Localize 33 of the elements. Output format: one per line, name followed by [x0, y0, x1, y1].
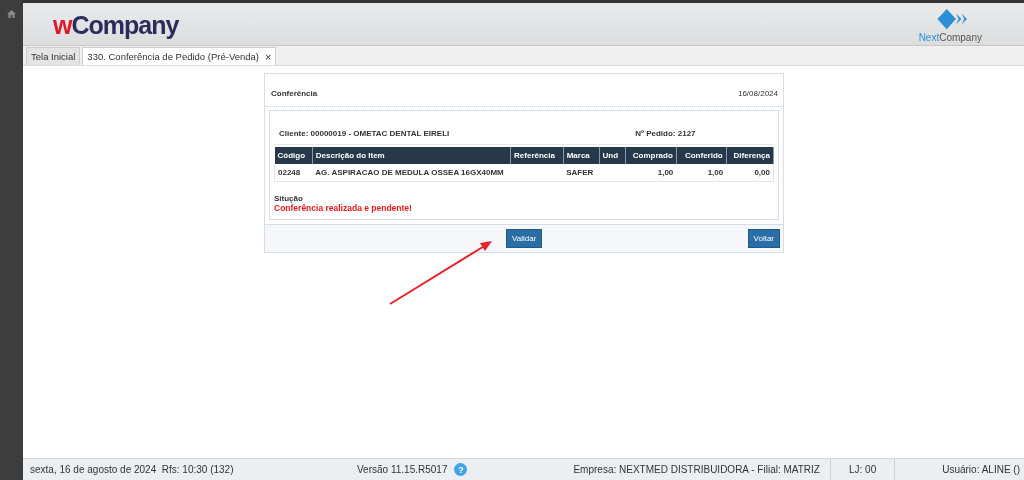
home-icon[interactable]	[7, 10, 16, 18]
column-header: Conferido	[676, 147, 727, 164]
column-header: Diferença	[726, 147, 774, 164]
table-cell: 1,00	[657, 168, 674, 177]
table-cell: 1,00	[707, 168, 724, 177]
back-button[interactable]: Voltar	[747, 229, 780, 248]
table-cell: 0,00	[754, 168, 770, 177]
table-cell: SAFER	[566, 168, 594, 177]
column-header: Comprado	[625, 147, 677, 164]
panel-title: Conferência	[271, 89, 318, 98]
logo: wCompany	[53, 10, 179, 40]
tab[interactable]: 330. Conferência de Pedido (Pré-Venda) ×	[82, 47, 277, 65]
validate-button[interactable]: Validar	[506, 229, 542, 248]
column-header: Marca	[563, 147, 600, 164]
store-text: LJ: 00	[848, 464, 877, 475]
column-header: Und	[599, 147, 626, 164]
table-cell: AG. ASPIRACAO DE MEDULA OSSEA 16GX40MM	[315, 168, 504, 177]
column-header: Descrição do Item	[312, 147, 511, 164]
table-cell: 02248	[278, 168, 301, 177]
user-text: Usuário: ALINE ()	[942, 464, 1021, 475]
status-message: Conferência realizada e pendente!	[274, 203, 413, 213]
version-text: Versão 11.15.R5017	[357, 464, 448, 475]
tab[interactable]: Tela Inicial	[26, 47, 81, 65]
status-label: Situção	[274, 194, 304, 203]
brand-name: NextCompany	[918, 31, 982, 43]
client-text: Cliente: 00000019 - OMETAC DENTAL EIRELI	[279, 129, 450, 138]
close-icon[interactable]: ×	[265, 50, 272, 63]
order-number: Nº Pedido: 2127	[635, 129, 696, 138]
column-header: Código	[274, 147, 313, 164]
date-text: 16/08/2024	[737, 89, 778, 98]
date-time-text: sexta, 16 de agosto de 2024 Rfs: 10:30 (132)	[30, 464, 235, 475]
company-text: Empresa: NEXTMED DISTRIBUIDORA - Filial: MATRIZ	[573, 464, 820, 475]
column-header: Referência	[510, 147, 564, 164]
